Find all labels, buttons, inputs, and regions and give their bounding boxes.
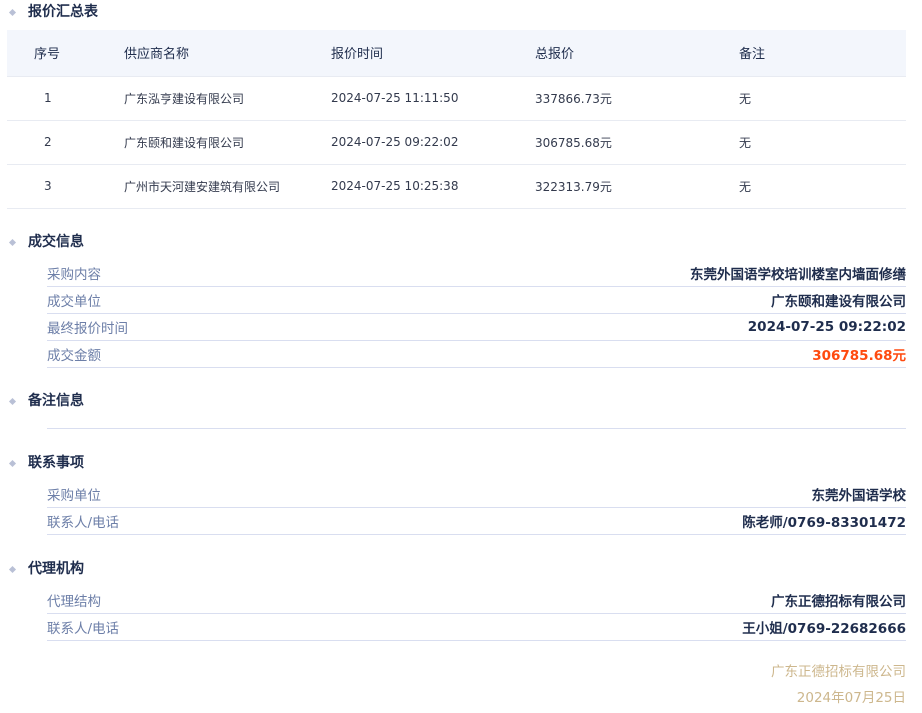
cell-remark: 无: [739, 75, 906, 121]
table-row: 1 广东泓亨建设有限公司 2024-07-25 11:11:50 337866.…: [7, 75, 906, 121]
cell-remark: 无: [739, 164, 906, 209]
deal-info-row-content: 采购内容 东莞外国语学校培训楼室内墙面修缮: [47, 260, 906, 287]
kv-label: 联系人/电话: [47, 515, 120, 531]
cell-index: 1: [7, 75, 124, 121]
deal-amount-value: 306785.68元: [812, 348, 906, 364]
contact-row-purchaser: 采购单位 东莞外国语学校: [47, 481, 906, 508]
section-title-agency: 代理机构: [8, 559, 84, 579]
section-title-deal-info: 成交信息: [8, 232, 84, 252]
kv-value: 东莞外国语学校: [811, 488, 907, 504]
deal-info-list: 采购内容 东莞外国语学校培训楼室内墙面修缮 成交单位 广东颐和建设有限公司 最终…: [47, 260, 906, 368]
kv-label: 采购单位: [47, 488, 101, 504]
diamond-bullet-icon: [8, 397, 17, 405]
kv-value: 陈老师/0769-83301472: [742, 515, 906, 531]
cell-time: 2024-07-25 10:25:38: [331, 164, 535, 209]
kv-label: 成交单位: [47, 294, 101, 310]
footer-company: 广东正德招标有限公司: [771, 664, 906, 680]
contact-title: 联系事项: [28, 455, 84, 471]
section-title-remark-info: 备注信息: [8, 391, 84, 411]
column-header-index: 序号: [34, 47, 61, 63]
cell-supplier: 广东泓亨建设有限公司: [124, 75, 331, 121]
kv-value: 广东正德招标有限公司: [771, 594, 906, 610]
cell-supplier: 广州市天河建安建筑有限公司: [124, 164, 331, 209]
diamond-bullet-icon: [8, 8, 17, 16]
agency-row-name: 代理结构 广东正德招标有限公司: [47, 587, 906, 614]
section-title-quote-summary: 报价汇总表: [8, 2, 98, 22]
cell-time: 2024-07-25 09:22:02: [331, 120, 535, 165]
column-header-supplier: 供应商名称: [124, 47, 190, 63]
table-row: 3 广州市天河建安建筑有限公司 2024-07-25 10:25:38 3223…: [7, 164, 906, 209]
section-title-contact: 联系事项: [8, 453, 84, 473]
agency-title: 代理机构: [28, 561, 84, 577]
cell-time: 2024-07-25 11:11:50: [331, 75, 535, 121]
cell-remark: 无: [739, 120, 906, 165]
kv-value: 广东颐和建设有限公司: [771, 294, 906, 310]
kv-label: 采购内容: [47, 267, 101, 283]
cell-index: 2: [7, 120, 124, 165]
kv-value: 东莞外国语学校培训楼室内墙面修缮: [690, 267, 906, 283]
remark-divider: [47, 428, 906, 429]
cell-supplier: 广东颐和建设有限公司: [124, 120, 331, 165]
cell-total: 322313.79元: [535, 164, 739, 209]
kv-label: 联系人/电话: [47, 621, 120, 637]
kv-label: 成交金额: [47, 348, 101, 364]
diamond-bullet-icon: [8, 565, 17, 573]
quote-summary-table: 序号 供应商名称 报价时间 总报价 备注 1 广东泓亨建设有限公司 2024-0…: [7, 30, 906, 209]
deal-info-row-amount: 成交金额 306785.68元: [47, 341, 906, 368]
cell-total: 306785.68元: [535, 120, 739, 165]
table-row: 2 广东颐和建设有限公司 2024-07-25 09:22:02 306785.…: [7, 120, 906, 165]
kv-label: 代理结构: [47, 594, 101, 610]
kv-value: 2024-07-25 09:22:02: [747, 319, 906, 335]
footer-date: 2024年07月25日: [796, 690, 906, 706]
contact-list: 采购单位 东莞外国语学校 联系人/电话 陈老师/0769-83301472: [47, 481, 906, 535]
diamond-bullet-icon: [8, 238, 17, 246]
deal-info-title: 成交信息: [28, 234, 84, 250]
remark-info-title: 备注信息: [28, 393, 84, 409]
contact-row-person: 联系人/电话 陈老师/0769-83301472: [47, 508, 906, 535]
deal-info-row-final-time: 最终报价时间 2024-07-25 09:22:02: [47, 314, 906, 341]
diamond-bullet-icon: [8, 459, 17, 467]
kv-label: 最终报价时间: [47, 321, 128, 337]
kv-value: 王小姐/0769-22682666: [742, 621, 906, 637]
cell-index: 3: [7, 164, 124, 209]
agency-list: 代理结构 广东正德招标有限公司 联系人/电话 王小姐/0769-22682666: [47, 587, 906, 641]
column-header-time: 报价时间: [331, 47, 384, 63]
table-header-row: 序号 供应商名称 报价时间 总报价 备注: [7, 30, 906, 76]
agency-row-person: 联系人/电话 王小姐/0769-22682666: [47, 614, 906, 641]
cell-total: 337866.73元: [535, 75, 739, 121]
deal-info-row-winner: 成交单位 广东颐和建设有限公司: [47, 287, 906, 314]
quote-summary-title: 报价汇总表: [28, 4, 98, 20]
column-header-remark: 备注: [739, 47, 766, 63]
column-header-total: 总报价: [535, 47, 575, 63]
